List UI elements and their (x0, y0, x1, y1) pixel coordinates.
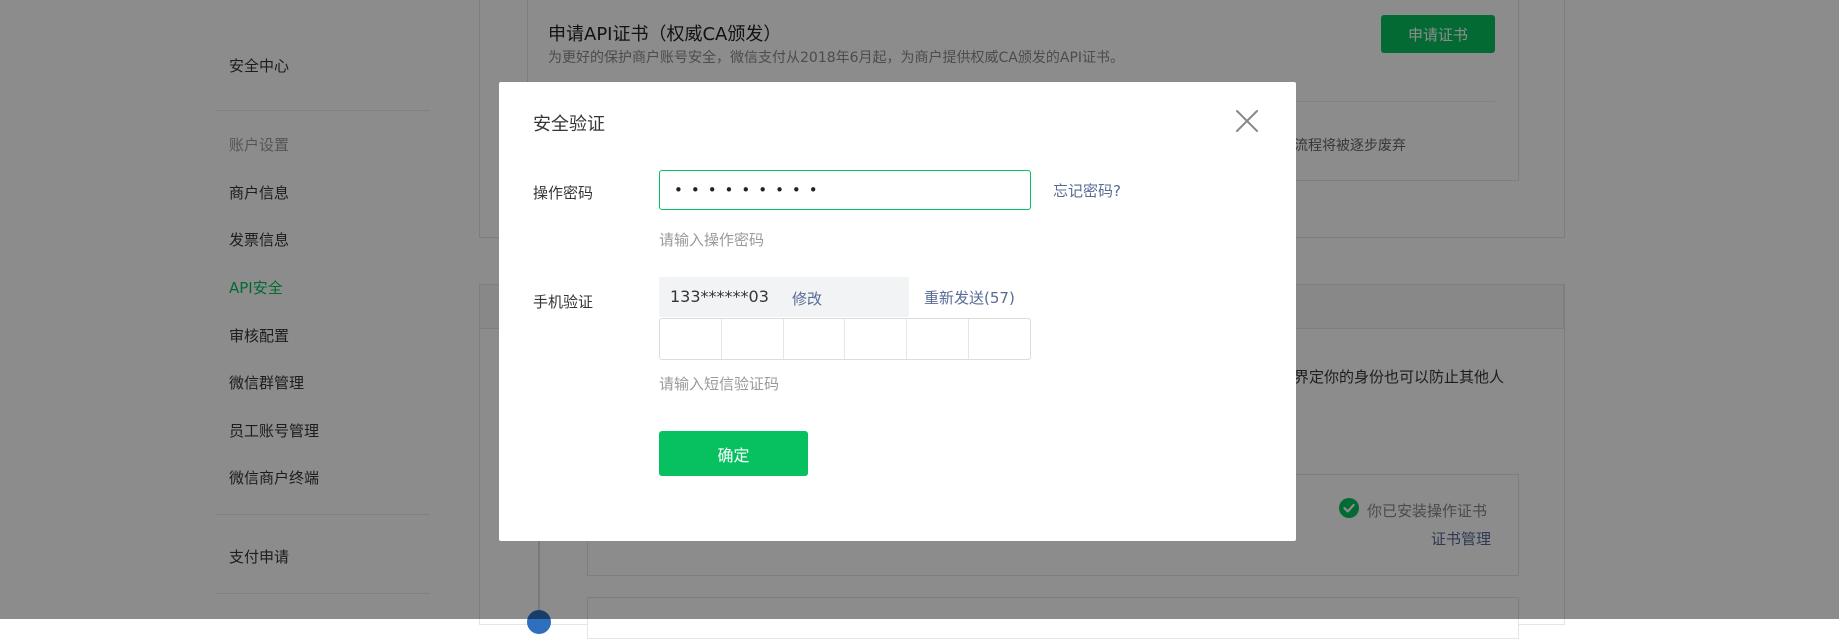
password-hint: 请输入操作密码 (659, 231, 765, 249)
sms-code-digit[interactable] (660, 319, 722, 359)
phone-number: 133******03 (670, 287, 769, 306)
security-verification-dialog: 安全验证 操作密码 忘记密码? 请输入操作密码 手机验证 133******03… (499, 82, 1296, 541)
modify-phone-link[interactable]: 修改 (792, 288, 822, 309)
sms-code-digit[interactable] (722, 319, 784, 359)
password-input[interactable] (659, 170, 1031, 210)
phone-verification-label: 手机验证 (533, 293, 594, 311)
close-icon[interactable] (1234, 108, 1260, 134)
sms-code-digit[interactable] (907, 319, 970, 359)
dialog-title: 安全验证 (533, 114, 605, 135)
phone-number-box: 133******03 修改 (659, 277, 909, 317)
forgot-password-link[interactable]: 忘记密码? (1053, 180, 1121, 201)
sms-code-hint: 请输入短信验证码 (659, 375, 780, 393)
password-label: 操作密码 (533, 184, 594, 202)
sms-code-digit[interactable] (845, 319, 908, 359)
confirm-button[interactable]: 确定 (659, 431, 808, 476)
page: 安全中心 账户设置 商户信息 发票信息 API安全 审核配置 微信群管理 员工账… (0, 0, 1839, 639)
sms-code-input[interactable] (659, 318, 1031, 360)
resend-code-link[interactable]: 重新发送(57) (924, 287, 1015, 308)
sms-code-digit[interactable] (784, 319, 846, 359)
sms-code-digit[interactable] (969, 319, 1030, 359)
